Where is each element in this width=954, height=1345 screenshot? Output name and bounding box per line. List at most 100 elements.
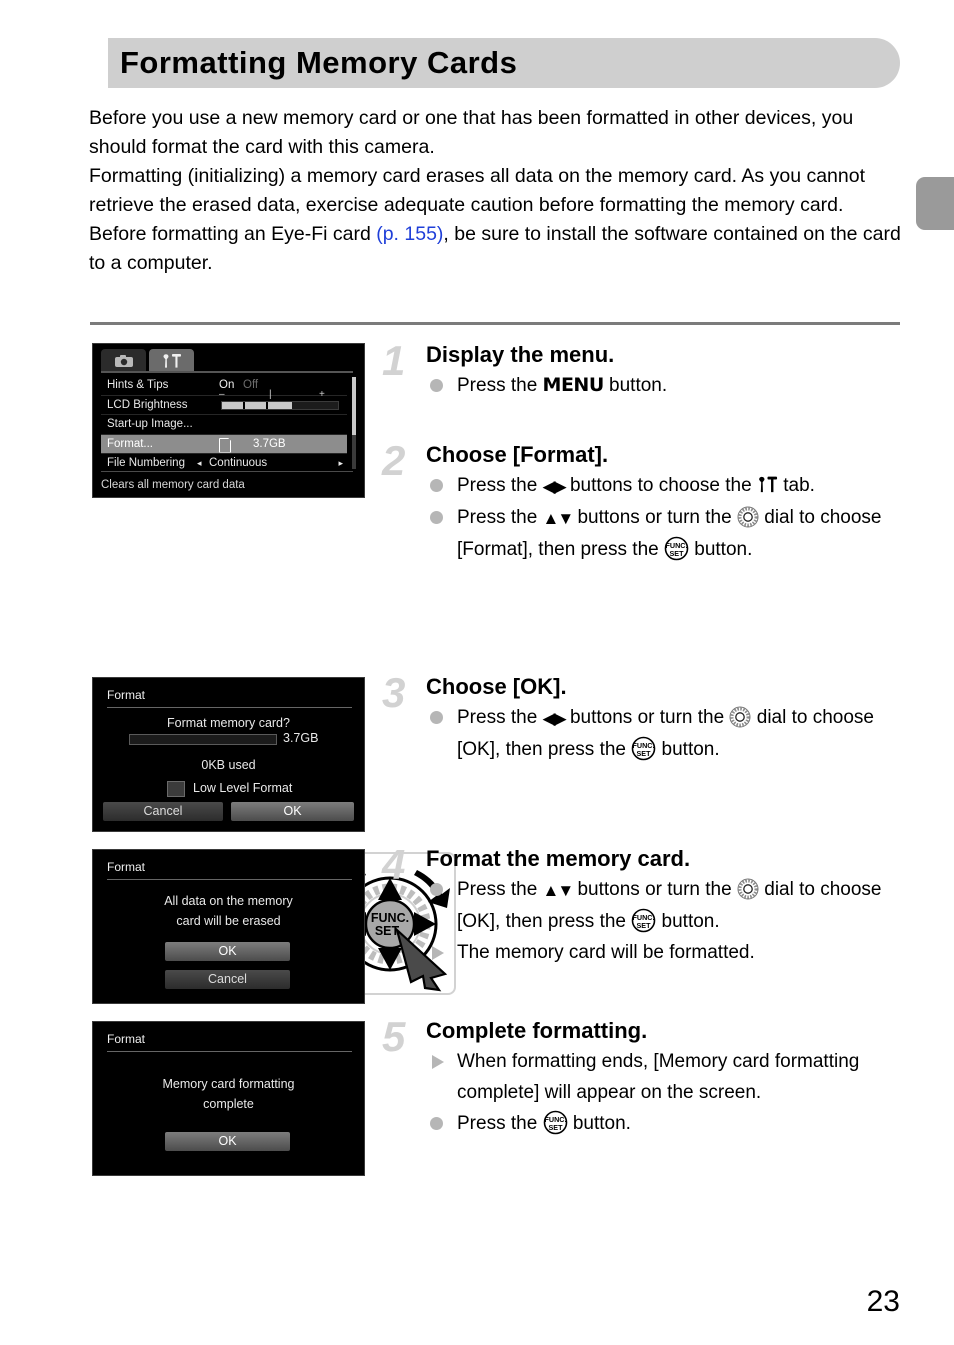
step-bullet: Press the ▲▼ buttons or turn the dial to…	[426, 874, 902, 937]
ok-button[interactable]: OK	[231, 802, 354, 821]
chevron-left-icon[interactable]: ◂	[197, 458, 202, 469]
dialog-title: Format	[107, 860, 146, 874]
screenshot-column: Hints & Tips On Off LCD Brightness – | +…	[92, 343, 456, 1176]
low-level-format-checkbox[interactable]	[167, 781, 185, 797]
brightness-scale-marks: – | +	[219, 388, 343, 400]
cancel-button[interactable]: Cancel	[103, 802, 223, 821]
memory-card-icon	[219, 437, 231, 453]
bullet-text: button.	[603, 375, 668, 396]
complete-line-2: complete	[203, 1097, 254, 1111]
step-bullet-list: Press the ◀▶ buttons to choose the tab. P…	[426, 470, 902, 565]
bullet-text: Press the	[457, 507, 543, 528]
step-number: 3	[382, 669, 406, 716]
result-arrow-icon	[432, 946, 444, 960]
instruction-step: 2 Choose [Format]. Press the ◀▶ buttons to…	[382, 440, 902, 565]
left-right-buttons-icon: ◀▶	[542, 477, 567, 496]
step-heading: Format the memory card.	[426, 846, 691, 871]
bullet-text: The memory card will be formatted.	[457, 942, 755, 963]
bullet-dot-icon	[430, 511, 443, 524]
dialog-title-rule	[107, 879, 352, 880]
mid-mark: |	[269, 388, 272, 400]
control-dial-icon	[737, 878, 759, 900]
ok-button[interactable]: OK	[165, 942, 290, 961]
menu-row-label: File Numbering	[107, 457, 185, 470]
instruction-step: 1 Display the menu. Press the MENU button.	[382, 340, 902, 401]
brightness-slider-fill	[222, 401, 292, 409]
step-bullet-list: Press the ◀▶ buttons or turn the dial to…	[426, 702, 902, 765]
step-bullet-list: When formatting ends, [Memory card forma…	[426, 1046, 902, 1139]
ok-button[interactable]: OK	[165, 1132, 290, 1151]
bullet-text: tab.	[777, 475, 815, 496]
page-reference-link[interactable]: (p. 155)	[376, 223, 443, 245]
func-set-button-icon: FUNC. SET	[631, 908, 656, 933]
menu-row-label: Start-up Image...	[107, 418, 193, 431]
menu-row-label: Hints & Tips	[107, 378, 169, 391]
step-bullet: The memory card will be formatted.	[426, 937, 902, 968]
warning-line-2: card will be erased	[176, 914, 281, 928]
plus-mark: +	[319, 388, 325, 400]
bullet-text: Press the	[457, 1113, 543, 1134]
menu-row-lcd-brightness[interactable]: LCD Brightness – | +	[101, 389, 347, 415]
step-bullet: When formatting ends, [Memory card forma…	[426, 1046, 902, 1108]
svg-text:SET: SET	[548, 1123, 563, 1132]
bullet-text: buttons or turn the	[572, 507, 737, 528]
bullet-dot-icon	[430, 1117, 443, 1130]
menu-tab-underline	[101, 371, 353, 373]
result-arrow-icon	[432, 1055, 444, 1069]
bullet-text: buttons or turn the	[564, 707, 730, 728]
dialog-title: Format	[107, 1032, 146, 1046]
menu-row-startup-image[interactable]: Start-up Image...	[101, 414, 347, 434]
eyefi-before: Before formatting an Eye-Fi card	[89, 223, 377, 245]
dialog-title-rule	[107, 1051, 352, 1052]
bullet-text: buttons or turn the	[572, 879, 737, 900]
bullet-text: buttons to choose the	[564, 475, 757, 496]
chevron-right-icon[interactable]: ▸	[338, 458, 343, 469]
instruction-step: 5 Complete formatting. When formatting end…	[382, 1016, 902, 1139]
bullet-text: button.	[688, 539, 753, 560]
menu-row-value: 3.7GB	[253, 437, 286, 450]
left-right-buttons-icon: ◀▶	[542, 709, 567, 728]
intro-line-2: Formatting (initializing) a memory card …	[89, 165, 866, 216]
step-number: 4	[382, 841, 406, 888]
menu-row-format[interactable]: Format... 3.7GB	[101, 433, 347, 453]
bullet-text: Press the	[457, 707, 543, 728]
menu-row-value: Continuous	[209, 457, 268, 470]
bullet-dot-icon	[430, 479, 443, 492]
cancel-button[interactable]: Cancel	[165, 970, 290, 989]
menu-scrollbar[interactable]	[352, 377, 356, 469]
menu-footer-divider	[101, 471, 353, 472]
camera-tab-icon[interactable]	[101, 349, 146, 372]
svg-text:SET: SET	[637, 921, 652, 930]
brightness-slider[interactable]	[221, 400, 339, 410]
step-bullet: Press the ◀▶ buttons to choose the tab.	[426, 470, 902, 502]
up-down-buttons-icon: ▲▼	[542, 509, 575, 528]
menu-row-file-numbering[interactable]: File Numbering ◂ Continuous ▸	[101, 453, 347, 473]
lcd-menu-screen: Hints & Tips On Off LCD Brightness – | +…	[92, 343, 365, 498]
settings-tab-icon[interactable]	[149, 349, 194, 372]
lcd-erase-warning-screen: Format All data on the memory card will …	[92, 849, 365, 1004]
step-heading: Choose [Format].	[426, 442, 609, 467]
step-bullet: Press the FUNC. SET button.	[426, 1108, 902, 1139]
bullet-text: button.	[656, 739, 720, 760]
chapter-edge-tab	[916, 177, 954, 230]
func-set-button-icon: FUNC. SET	[631, 736, 656, 761]
func-set-button-icon: FUNC. SET	[664, 536, 689, 561]
control-dial-icon	[729, 706, 751, 728]
step-heading: Choose [OK].	[426, 674, 567, 699]
bullet-text: Press the	[457, 375, 543, 396]
lcd-format-complete-screen: Format Memory card formatting complete O…	[92, 1021, 365, 1176]
menu-scrollbar-thumb[interactable]	[352, 377, 356, 435]
bullet-text: When formatting ends, [Memory card forma…	[457, 1051, 860, 1103]
page-title-banner: Formatting Memory Cards	[108, 38, 900, 88]
dialog-title-rule	[107, 707, 352, 708]
step-number: 1	[382, 337, 406, 384]
step-bullet-list: Press the ▲▼ buttons or turn the dial to…	[426, 874, 902, 968]
bullet-text: Press the	[457, 475, 543, 496]
low-level-format-label: Low Level Format	[193, 781, 293, 795]
step-bullet: Press the ▲▼ buttons or turn the dial to…	[426, 502, 902, 565]
capacity-label: 3.7GB	[283, 731, 319, 745]
bullet-dot-icon	[430, 883, 443, 896]
svg-text:SET: SET	[637, 749, 652, 758]
menu-row-label: Format...	[107, 437, 154, 450]
menu-tab-strip	[101, 349, 194, 372]
